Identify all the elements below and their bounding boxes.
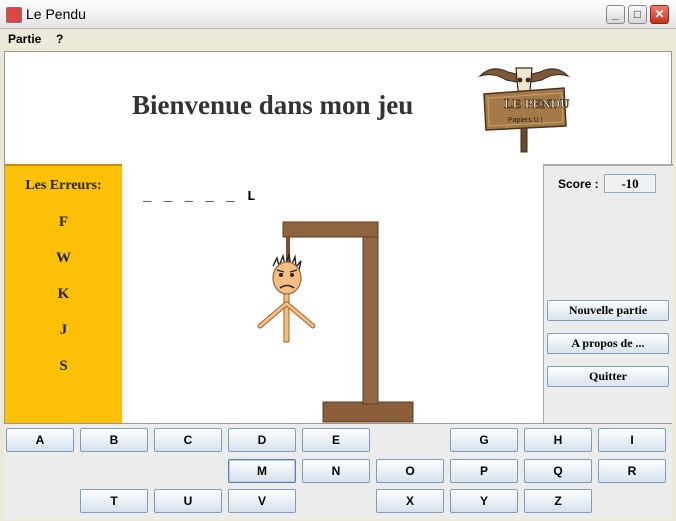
error-letter: S — [59, 358, 68, 374]
quit-button[interactable]: Quitter — [547, 366, 669, 387]
menu-help[interactable]: ? — [56, 32, 63, 46]
le-pendu-logo: LE PENDU Papiers U ! — [478, 67, 570, 153]
welcome-title: Bienvenue dans mon jeu — [132, 90, 414, 120]
menu-bar: Partie ? — [0, 29, 676, 50]
key-c[interactable]: C — [154, 428, 222, 452]
key-n[interactable]: N — [302, 459, 370, 483]
key-d[interactable]: D — [228, 428, 296, 452]
maximize-icon: □ — [633, 7, 642, 21]
menu-partie[interactable]: Partie — [8, 32, 41, 46]
java-app-icon — [6, 7, 22, 23]
key-o[interactable]: O — [376, 459, 444, 483]
key-i[interactable]: I — [598, 428, 666, 452]
key-m[interactable]: M — [228, 459, 296, 483]
error-letter: F — [58, 214, 69, 230]
key-h[interactable]: H — [524, 428, 592, 452]
key-r[interactable]: R — [598, 459, 666, 483]
errors-title: Les Erreurs: — [25, 178, 102, 193]
window-title: Le Pendu — [26, 6, 86, 22]
key-b[interactable]: B — [80, 428, 148, 452]
hanged-man-figure — [257, 252, 316, 343]
score-label: Score : — [558, 177, 599, 191]
score-panel: Score : -10 Nouvelle partie A propos de … — [543, 164, 673, 423]
letter-keyboard: A B C D E G H I M N O P Q R T U V X Y Z — [4, 423, 672, 519]
key-u[interactable]: U — [154, 489, 222, 513]
error-letter: K — [57, 286, 70, 302]
gallows-drawing — [257, 221, 414, 423]
key-e[interactable]: E — [302, 428, 370, 452]
logo-text-sub: Papiers U ! — [508, 117, 543, 124]
error-letter: W — [56, 250, 71, 266]
key-q[interactable]: Q — [524, 459, 592, 483]
gallows-base — [322, 401, 414, 423]
key-p[interactable]: P — [450, 459, 518, 483]
logo-text-main: LE PENDU — [504, 96, 570, 111]
key-a[interactable]: A — [6, 428, 74, 452]
key-g[interactable]: G — [450, 428, 518, 452]
key-z[interactable]: Z — [524, 489, 592, 513]
score-value: -10 — [604, 174, 656, 193]
about-button[interactable]: A propos de ... — [547, 333, 669, 354]
key-t[interactable]: T — [80, 489, 148, 513]
error-letter: J — [59, 322, 68, 338]
minimize-icon: _ — [612, 7, 619, 21]
title-bar: Le Pendu _ □ ✕ — [0, 0, 676, 29]
errors-panel: Les Erreurs: F W K J S — [5, 164, 122, 423]
key-x[interactable]: X — [376, 489, 444, 513]
new-game-button[interactable]: Nouvelle partie — [547, 300, 669, 321]
word-to-guess: _ _ _ _ _ L — [143, 189, 258, 205]
key-v[interactable]: V — [228, 489, 296, 513]
gallows-post — [362, 221, 379, 405]
close-icon: ✕ — [654, 7, 665, 21]
maximize-button[interactable]: □ — [628, 5, 647, 24]
key-y[interactable]: Y — [450, 489, 518, 513]
gallows-beam — [282, 221, 379, 238]
close-button[interactable]: ✕ — [650, 5, 669, 24]
minimize-button[interactable]: _ — [606, 5, 625, 24]
